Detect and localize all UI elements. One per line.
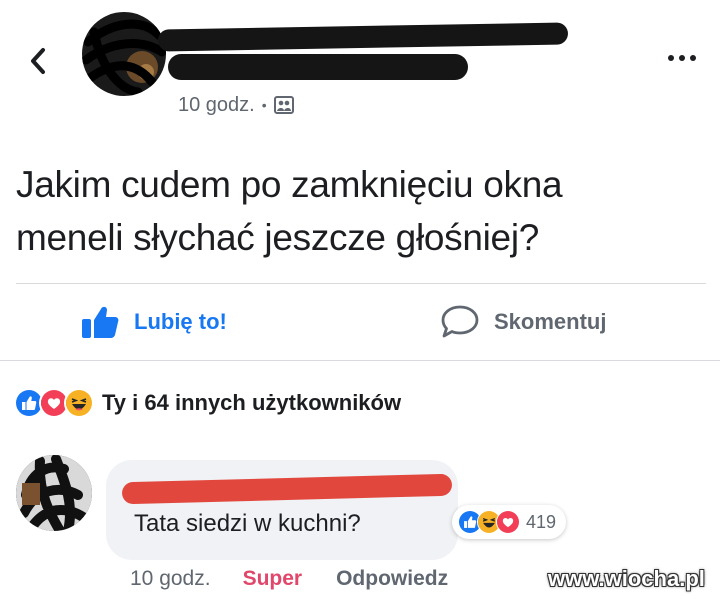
post-text-line: Jakim cudem po zamknięciu okna: [16, 164, 563, 205]
avatar-scribble: [82, 19, 166, 96]
dot: [668, 55, 674, 61]
dot: [679, 55, 685, 61]
comment-reaction-count: 419: [526, 511, 557, 532]
thumbs-up-icon: [82, 306, 119, 338]
meta-separator: •: [261, 97, 267, 113]
avatar[interactable]: [82, 12, 166, 96]
chevron-left-icon: [31, 48, 45, 74]
reply-button[interactable]: Odpowiedz: [336, 567, 448, 591]
dot: [690, 55, 696, 61]
comment-time: 10 godz.: [130, 567, 211, 590]
post-text: Jakim cudem po zamknięciu okna meneli sł…: [16, 158, 706, 264]
commenter-avatar[interactable]: [16, 455, 92, 531]
speech-bubble-icon: [441, 305, 479, 338]
comment-text: Tata siedzi w kuchni?: [134, 510, 361, 537]
friends-icon: [273, 96, 294, 114]
reactions-summary-text: Ty i 64 innych użytkowników: [102, 390, 402, 415]
watermark: www.wiocha.pl: [548, 566, 705, 591]
comment-reactions[interactable]: 419: [452, 505, 567, 539]
post-meta: 10 godz. •: [178, 92, 294, 118]
like-label: Lubię to!: [134, 309, 227, 334]
redacted-author-name: [157, 22, 569, 52]
comment-label: Skomentuj: [494, 309, 607, 334]
more-options-button[interactable]: [660, 38, 704, 78]
divider: [16, 283, 706, 284]
redacted-author-subtitle: [168, 54, 468, 80]
like-button[interactable]: Lubię to!: [80, 300, 227, 344]
comment-meta: 10 godz. Super Odpowiedz: [130, 566, 448, 592]
post-time: 10 godz.: [178, 93, 255, 116]
haha-icon: [64, 388, 94, 418]
back-button[interactable]: [18, 38, 58, 84]
reaction-icons: [458, 510, 520, 534]
divider: [0, 360, 720, 361]
reactions-summary[interactable]: Ty i 64 innych użytkowników: [14, 384, 401, 422]
reaction-icons: [14, 388, 94, 418]
love-icon: [496, 510, 520, 534]
comment-button[interactable]: Skomentuj: [440, 300, 606, 344]
avatar-scribble: [16, 455, 92, 531]
post-text-line: meneli słychać jeszcze głośniej?: [16, 217, 540, 258]
super-reaction-button[interactable]: Super: [243, 567, 303, 591]
